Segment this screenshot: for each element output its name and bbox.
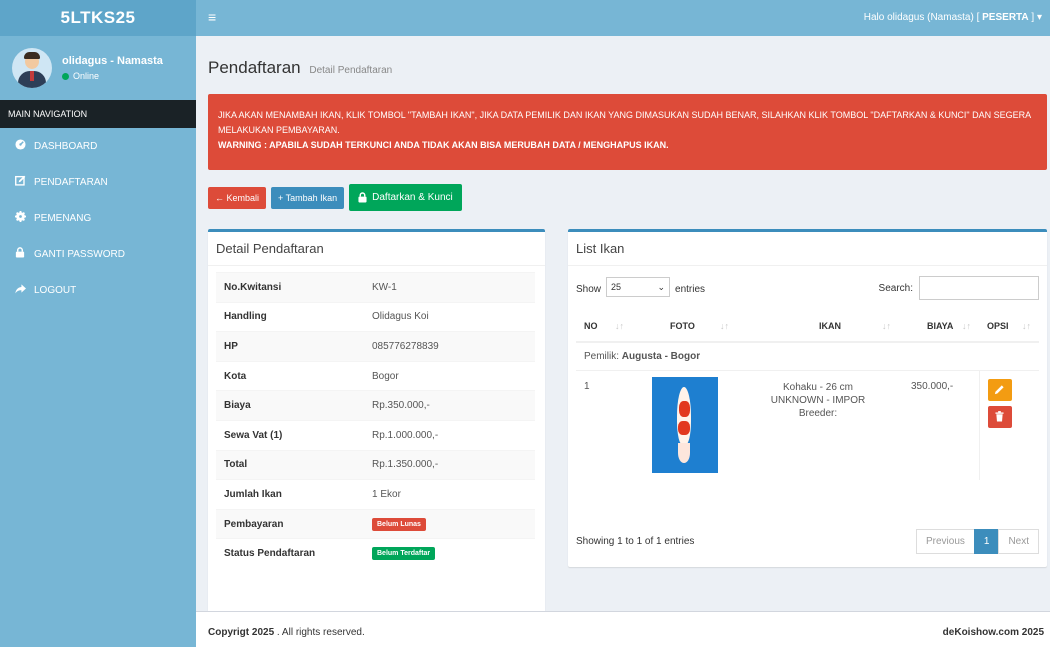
- owner-name: Augusta - Bogor: [621, 350, 701, 362]
- sidebar-item-pemenang[interactable]: PEMENANG: [0, 200, 196, 236]
- table-row: Status Pendaftaran Belum Terdaftar: [216, 538, 535, 569]
- col-ikan[interactable]: IKAN ↓↑: [737, 310, 899, 343]
- sort-icon: ↓↑: [720, 321, 729, 331]
- register-lock-button[interactable]: Daftarkan & Kunci: [349, 184, 462, 211]
- avatar: [12, 48, 52, 88]
- list-ikan-box: List Ikan Show 25 ⌄ entries Search: NO ↓↑…: [568, 229, 1047, 567]
- nav-header: MAIN NAVIGATION: [0, 100, 196, 128]
- sidebar-item-ganti-password[interactable]: GANTI PASSWORD: [0, 236, 196, 272]
- menu-toggle-icon[interactable]: ≡: [208, 9, 216, 25]
- table-header-row: NO ↓↑ FOTO ↓↑ IKAN ↓↑ BIAYA ↓↑ OPSI ↓↑: [576, 310, 1039, 343]
- table-search: Search:: [879, 276, 1039, 300]
- detail-table: No.Kwitansi KW-1 Handling Olidagus Koi HP 0…: [216, 272, 535, 569]
- cell-opsi: [978, 369, 1039, 480]
- pencil-icon: [994, 385, 1004, 395]
- footer-copyright: Copyrigt 2025 . All rights reserved.: [208, 627, 365, 638]
- sidebar: 5LTKS25 olidagus - Namasta Online MAIN N…: [0, 0, 196, 647]
- pagination-previous[interactable]: Previous: [915, 529, 975, 554]
- table-controls: Show 25 ⌄ entries Search:: [576, 276, 1039, 302]
- brand-logo[interactable]: 5LTKS25: [0, 0, 196, 36]
- online-dot-icon: [62, 72, 69, 80]
- table-row: No.Kwitansi KW-1: [216, 272, 535, 303]
- cell-biaya: 350.000,-: [899, 369, 979, 480]
- col-no[interactable]: NO ↓↑: [576, 310, 632, 343]
- entries-select[interactable]: 25 ⌄: [606, 277, 671, 297]
- table-row: Pembayaran Belum Lunas: [216, 508, 535, 539]
- table-info: Showing 1 to 1 of 1 entries: [576, 536, 695, 547]
- alert-warning: WARNING : APABILA SUDAH TERKUNCI ANDA TI…: [218, 140, 669, 150]
- detail-pendaftaran-box: Detail Pendaftaran No.Kwitansi KW-1 Handl…: [208, 229, 545, 617]
- col-foto[interactable]: FOTO ↓↑: [632, 310, 737, 343]
- col-biaya[interactable]: BIAYA ↓↑: [899, 310, 979, 343]
- pagination-next[interactable]: Next: [998, 529, 1039, 554]
- lock-icon: [12, 247, 28, 261]
- table-row: 1 Kohaku - 26 cm UNKNOWN - IMPOR Breeder…: [576, 369, 1039, 480]
- user-role: PESERTA: [982, 12, 1029, 23]
- user-panel: olidagus - Namasta Online: [0, 36, 196, 100]
- gear-icon: [12, 211, 28, 225]
- sort-icon: ↓↑: [882, 321, 891, 331]
- list-title: List Ikan: [568, 232, 1047, 266]
- add-fish-button[interactable]: + Tambah Ikan: [271, 187, 345, 209]
- user-status: Online: [62, 71, 163, 81]
- fish-table: NO ↓↑ FOTO ↓↑ IKAN ↓↑ BIAYA ↓↑ OPSI ↓↑ Pemili…: [576, 310, 1039, 480]
- back-button[interactable]: ← Kembali: [208, 187, 267, 209]
- search-input[interactable]: [919, 276, 1039, 300]
- trash-icon: [995, 411, 1004, 422]
- delete-fish-button[interactable]: [987, 405, 1012, 428]
- warning-alert: JIKA AKAN MENAMBAH IKAN, KLIK TOMBOL "TA…: [208, 94, 1047, 170]
- main-content: Pendaftaran Detail Pendaftaran JIKA AKAN…: [196, 36, 1050, 617]
- footer: Copyrigt 2025 . All rights reserved. deK…: [196, 611, 1050, 647]
- table-row: Total Rp.1.350.000,-: [216, 449, 535, 480]
- col-opsi[interactable]: OPSI ↓↑: [979, 310, 1039, 343]
- lock-icon: [358, 192, 367, 203]
- fish-photo[interactable]: [651, 376, 718, 473]
- sidebar-item-logout[interactable]: LOGOUT: [0, 272, 196, 308]
- edit-icon: [12, 175, 28, 189]
- user-menu[interactable]: Halo olidagus (Namasta) [ PESERTA ] ▾: [864, 12, 1042, 23]
- sidebar-item-dashboard[interactable]: DASHBOARD: [0, 128, 196, 164]
- pagination: Previous 1 Next: [915, 529, 1039, 554]
- sidebar-item-pendaftaran[interactable]: PENDAFTARAN: [0, 164, 196, 200]
- owner-row: Pemilik: Augusta - Bogor: [576, 341, 1039, 370]
- cell-ikan: Kohaku - 26 cm UNKNOWN - IMPOR Breeder:: [737, 369, 899, 480]
- detail-title: Detail Pendaftaran: [208, 232, 545, 266]
- chevron-down-icon: ⌄: [657, 281, 666, 292]
- topbar: ≡ Halo olidagus (Namasta) [ PESERTA ] ▾: [196, 0, 1050, 36]
- edit-fish-button[interactable]: [987, 378, 1012, 401]
- entries-length: Show 25 ⌄ entries: [576, 277, 705, 297]
- action-buttons: ← Kembali + Tambah Ikan Daftarkan & Kunc…: [208, 184, 462, 211]
- dashboard-icon: [12, 139, 28, 153]
- page-title: Pendaftaran Detail Pendaftaran: [208, 58, 393, 77]
- alert-text: JIKA AKAN MENAMBAH IKAN, KLIK TOMBOL "TA…: [218, 110, 1031, 135]
- cell-no: 1: [576, 369, 632, 480]
- table-row: HP 085776278839: [216, 331, 535, 362]
- table-row: Biaya Rp.350.000,-: [216, 390, 535, 421]
- sort-icon: ↓↑: [962, 321, 971, 331]
- registration-status-badge: Belum Terdaftar: [372, 547, 436, 561]
- sort-icon: ↓↑: [615, 321, 624, 331]
- pagination-page-1[interactable]: 1: [973, 529, 1000, 554]
- sort-icon: ↓↑: [1022, 321, 1031, 331]
- page-subtitle: Detail Pendaftaran: [309, 65, 393, 76]
- payment-status-badge: Belum Lunas: [372, 517, 426, 531]
- table-row: Kota Bogor: [216, 360, 535, 391]
- table-row: Jumlah Ikan 1 Ekor: [216, 479, 535, 510]
- footer-site: deKoishow.com 2025: [942, 627, 1044, 638]
- table-row: Sewa Vat (1) Rp.1.000.000,-: [216, 419, 535, 451]
- table-row: Handling Olidagus Koi: [216, 301, 535, 332]
- share-icon: [12, 283, 28, 297]
- user-name: olidagus - Namasta: [62, 55, 163, 67]
- cell-foto: [632, 369, 737, 480]
